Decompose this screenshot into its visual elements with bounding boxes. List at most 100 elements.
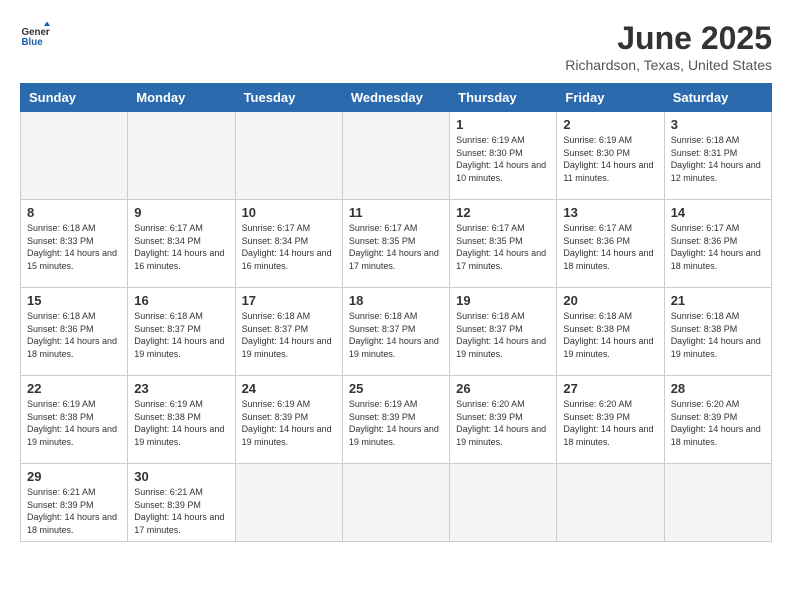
calendar-table: SundayMondayTuesdayWednesdayThursdayFrid… xyxy=(20,83,772,542)
day-info: Sunrise: 6:19 AMSunset: 8:38 PMDaylight:… xyxy=(134,398,228,448)
day-number: 28 xyxy=(671,381,765,396)
day-of-week-header: Friday xyxy=(557,84,664,112)
day-number: 11 xyxy=(349,205,443,220)
calendar-cell: 24 Sunrise: 6:19 AMSunset: 8:39 PMDayligh… xyxy=(235,376,342,464)
calendar-cell: 25 Sunrise: 6:19 AMSunset: 8:39 PMDayligh… xyxy=(342,376,449,464)
calendar-header-row: SundayMondayTuesdayWednesdayThursdayFrid… xyxy=(21,84,772,112)
calendar-cell: 27 Sunrise: 6:20 AMSunset: 8:39 PMDayligh… xyxy=(557,376,664,464)
day-info: Sunrise: 6:17 AMSunset: 8:36 PMDaylight:… xyxy=(563,222,657,272)
day-number: 3 xyxy=(671,117,765,132)
calendar-cell xyxy=(235,464,342,542)
calendar-cell: 9Sunrise: 6:17 AMSunset: 8:34 PMDaylight… xyxy=(128,200,235,288)
calendar-cell xyxy=(557,464,664,542)
day-number: 30 xyxy=(134,469,228,484)
calendar-cell: 17Sunrise: 6:18 AMSunset: 8:37 PMDayligh… xyxy=(235,288,342,376)
day-number: 18 xyxy=(349,293,443,308)
calendar-cell: 13 Sunrise: 6:17 AMSunset: 8:36 PMDayligh… xyxy=(557,200,664,288)
calendar-header: General Blue June 2025 Richardson, Texas… xyxy=(20,20,772,73)
day-info: Sunrise: 6:19 AMSunset: 8:30 PMDaylight:… xyxy=(456,134,550,184)
day-number: 1 xyxy=(456,117,550,132)
calendar-cell: 30 Sunrise: 6:21 AMSunset: 8:39 PMDayligh… xyxy=(128,464,235,542)
month-title: June 2025 xyxy=(565,20,772,57)
day-info: Sunrise: 6:18 AMSunset: 8:36 PMDaylight:… xyxy=(27,310,121,360)
day-info: Sunrise: 6:20 AMSunset: 8:39 PMDaylight:… xyxy=(671,398,765,448)
day-info: Sunrise: 6:21 AMSunset: 8:39 PMDaylight:… xyxy=(27,486,121,536)
day-info: Sunrise: 6:20 AMSunset: 8:39 PMDaylight:… xyxy=(563,398,657,448)
day-of-week-header: Tuesday xyxy=(235,84,342,112)
calendar-cell xyxy=(21,112,128,200)
day-info: Sunrise: 6:17 AMSunset: 8:34 PMDaylight:… xyxy=(242,222,336,272)
day-info: Sunrise: 6:18 AMSunset: 8:37 PMDaylight:… xyxy=(134,310,228,360)
day-of-week-header: Saturday xyxy=(664,84,771,112)
day-info: Sunrise: 6:18 AMSunset: 8:37 PMDaylight:… xyxy=(242,310,336,360)
calendar-cell xyxy=(235,112,342,200)
day-number: 12 xyxy=(456,205,550,220)
calendar-cell: 18 Sunrise: 6:18 AMSunset: 8:37 PMDayligh… xyxy=(342,288,449,376)
day-info: Sunrise: 6:18 AMSunset: 8:38 PMDaylight:… xyxy=(563,310,657,360)
day-number: 26 xyxy=(456,381,550,396)
calendar-cell: 22 Sunrise: 6:19 AMSunset: 8:38 PMDayligh… xyxy=(21,376,128,464)
calendar-cell: 29 Sunrise: 6:21 AMSunset: 8:39 PMDayligh… xyxy=(21,464,128,542)
calendar-cell xyxy=(664,464,771,542)
day-number: 20 xyxy=(563,293,657,308)
day-info: Sunrise: 6:18 AMSunset: 8:38 PMDaylight:… xyxy=(671,310,765,360)
calendar-cell: 8 Sunrise: 6:18 AMSunset: 8:33 PMDaylight… xyxy=(21,200,128,288)
title-area: June 2025 Richardson, Texas, United Stat… xyxy=(565,20,772,73)
day-number: 27 xyxy=(563,381,657,396)
calendar-cell: 21 Sunrise: 6:18 AMSunset: 8:38 PMDayligh… xyxy=(664,288,771,376)
day-number: 16 xyxy=(134,293,228,308)
day-info: Sunrise: 6:18 AMSunset: 8:33 PMDaylight:… xyxy=(27,222,121,272)
day-info: Sunrise: 6:21 AMSunset: 8:39 PMDaylight:… xyxy=(134,486,228,536)
calendar-cell xyxy=(342,112,449,200)
location: Richardson, Texas, United States xyxy=(565,57,772,73)
calendar-cell: 19 Sunrise: 6:18 AMSunset: 8:37 PMDayligh… xyxy=(450,288,557,376)
day-number: 21 xyxy=(671,293,765,308)
day-number: 24 xyxy=(242,381,336,396)
calendar-cell: 2 Sunrise: 6:19 AMSunset: 8:30 PMDaylight… xyxy=(557,112,664,200)
day-number: 9 xyxy=(134,205,228,220)
calendar-body: 1 Sunrise: 6:19 AMSunset: 8:30 PMDaylight… xyxy=(21,112,772,542)
day-info: Sunrise: 6:19 AMSunset: 8:38 PMDaylight:… xyxy=(27,398,121,448)
day-number: 2 xyxy=(563,117,657,132)
calendar-cell xyxy=(128,112,235,200)
day-info: Sunrise: 6:17 AMSunset: 8:35 PMDaylight:… xyxy=(456,222,550,272)
calendar-cell: 28 Sunrise: 6:20 AMSunset: 8:39 PMDayligh… xyxy=(664,376,771,464)
day-info: Sunrise: 6:19 AMSunset: 8:39 PMDaylight:… xyxy=(349,398,443,448)
day-number: 15 xyxy=(27,293,121,308)
calendar-cell: 12 Sunrise: 6:17 AMSunset: 8:35 PMDayligh… xyxy=(450,200,557,288)
calendar-cell: 23 Sunrise: 6:19 AMSunset: 8:38 PMDayligh… xyxy=(128,376,235,464)
calendar-cell: 3 Sunrise: 6:18 AMSunset: 8:31 PMDaylight… xyxy=(664,112,771,200)
day-info: Sunrise: 6:19 AMSunset: 8:39 PMDaylight:… xyxy=(242,398,336,448)
calendar-cell: 26 Sunrise: 6:20 AMSunset: 8:39 PMDayligh… xyxy=(450,376,557,464)
day-of-week-header: Wednesday xyxy=(342,84,449,112)
day-number: 23 xyxy=(134,381,228,396)
calendar-cell: 15 Sunrise: 6:18 AMSunset: 8:36 PMDayligh… xyxy=(21,288,128,376)
calendar-cell: 16 Sunrise: 6:18 AMSunset: 8:37 PMDayligh… xyxy=(128,288,235,376)
day-number: 25 xyxy=(349,381,443,396)
calendar-cell: 20 Sunrise: 6:18 AMSunset: 8:38 PMDayligh… xyxy=(557,288,664,376)
calendar-cell xyxy=(342,464,449,542)
day-info: Sunrise: 6:20 AMSunset: 8:39 PMDaylight:… xyxy=(456,398,550,448)
logo-icon: General Blue xyxy=(20,20,50,50)
logo: General Blue xyxy=(20,20,54,50)
calendar-cell: 14 Sunrise: 6:17 AMSunset: 8:36 PMDayligh… xyxy=(664,200,771,288)
calendar-cell: 11Sunrise: 6:17 AMSunset: 8:35 PMDayligh… xyxy=(342,200,449,288)
day-number: 13 xyxy=(563,205,657,220)
day-of-week-header: Thursday xyxy=(450,84,557,112)
calendar-cell xyxy=(450,464,557,542)
calendar-cell: 10Sunrise: 6:17 AMSunset: 8:34 PMDayligh… xyxy=(235,200,342,288)
day-info: Sunrise: 6:19 AMSunset: 8:30 PMDaylight:… xyxy=(563,134,657,184)
day-number: 29 xyxy=(27,469,121,484)
day-of-week-header: Monday xyxy=(128,84,235,112)
day-info: Sunrise: 6:18 AMSunset: 8:37 PMDaylight:… xyxy=(349,310,443,360)
day-number: 14 xyxy=(671,205,765,220)
day-info: Sunrise: 6:18 AMSunset: 8:31 PMDaylight:… xyxy=(671,134,765,184)
day-info: Sunrise: 6:17 AMSunset: 8:36 PMDaylight:… xyxy=(671,222,765,272)
day-number: 8 xyxy=(27,205,121,220)
svg-text:Blue: Blue xyxy=(22,37,44,48)
calendar-cell: 1 Sunrise: 6:19 AMSunset: 8:30 PMDaylight… xyxy=(450,112,557,200)
day-of-week-header: Sunday xyxy=(21,84,128,112)
day-info: Sunrise: 6:18 AMSunset: 8:37 PMDaylight:… xyxy=(456,310,550,360)
day-number: 22 xyxy=(27,381,121,396)
day-number: 19 xyxy=(456,293,550,308)
